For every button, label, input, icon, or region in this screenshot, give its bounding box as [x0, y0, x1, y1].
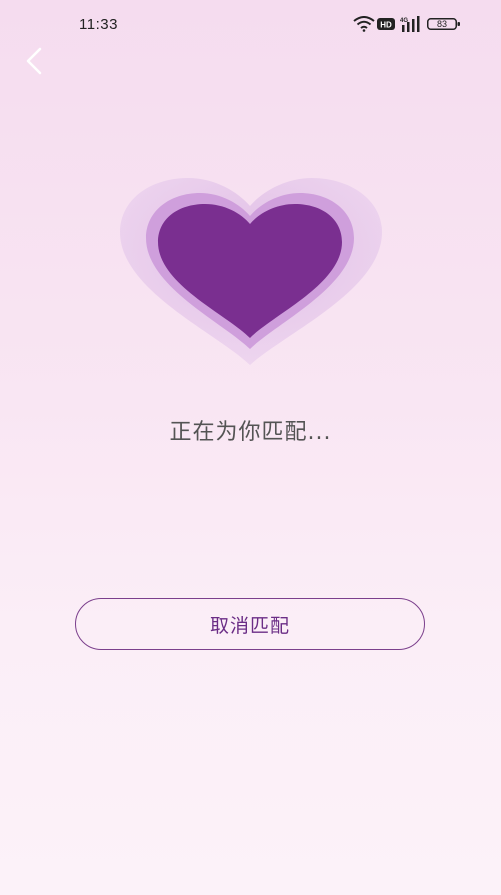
heart-halo-inner [146, 193, 354, 349]
hd-icon: HD [377, 18, 395, 30]
heart-halo-outer [120, 178, 382, 365]
status-time: 11:33 [79, 16, 118, 33]
cancel-match-label: 取消匹配 [209, 614, 290, 637]
heart-icon [120, 178, 382, 365]
wifi-icon [353, 16, 375, 32]
svg-text:HD: HD [380, 21, 392, 30]
back-button[interactable] [20, 44, 50, 78]
signal-icon: 4G [400, 16, 420, 32]
heart-fill [158, 204, 342, 338]
status-bar: 11:33 HD 4G 83 [0, 0, 501, 48]
cancel-match-button[interactable]: 取消匹配 [75, 598, 425, 650]
battery-icon: 83 [427, 18, 460, 30]
matching-status-text: 正在为你匹配... [169, 420, 332, 445]
chevron-left-icon [26, 47, 42, 75]
svg-text:83: 83 [437, 19, 447, 29]
